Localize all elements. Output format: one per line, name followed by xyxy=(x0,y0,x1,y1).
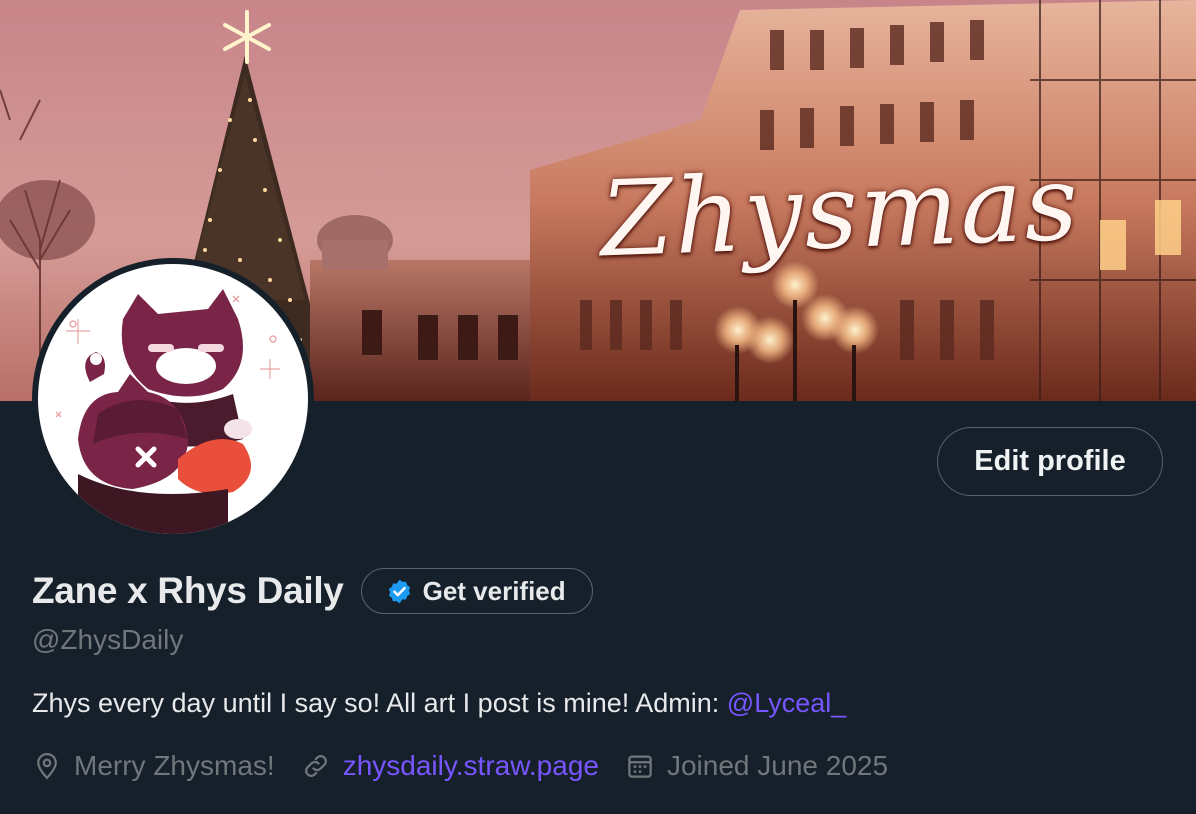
profile-meta: Merry Zhysmas! zhysdaily.straw.page Join… xyxy=(32,750,914,782)
banner-title: Zhysmas xyxy=(598,141,1082,281)
link-icon xyxy=(304,755,327,777)
cat-illustration xyxy=(55,289,280,534)
profile-page: Zhysmas Edit profile Zane x Rhys Daily G… xyxy=(0,0,1196,814)
joined-date: Joined June 2025 xyxy=(666,750,889,781)
verified-badge-icon xyxy=(388,579,410,603)
website-item[interactable]: zhysdaily.straw.page xyxy=(301,750,599,782)
name-row: Zane x Rhys Daily Get verified xyxy=(32,568,593,614)
map-pin-icon xyxy=(37,752,57,780)
website-link[interactable]: zhysdaily.straw.page xyxy=(343,750,599,782)
calendar-icon xyxy=(628,755,652,778)
location-text: Merry Zhysmas! xyxy=(74,750,275,781)
username-handle: @ZhysDaily xyxy=(32,624,184,655)
edit-profile-button[interactable]: Edit profile xyxy=(937,427,1163,496)
joined-item: Joined June 2025 xyxy=(625,750,888,782)
get-verified-button[interactable]: Get verified xyxy=(360,568,593,614)
admin-mention-link[interactable]: @Lyceal_ xyxy=(727,688,846,718)
get-verified-label: Get verified xyxy=(422,575,566,606)
location-item: Merry Zhysmas! xyxy=(32,750,275,782)
bio-text: Zhys every day until I say so! All art I… xyxy=(32,688,727,718)
avatar[interactable] xyxy=(32,258,314,540)
bio: Zhys every day until I say so! All art I… xyxy=(32,688,846,719)
avatar-image xyxy=(38,264,308,534)
display-name: Zane x Rhys Daily xyxy=(32,570,344,611)
